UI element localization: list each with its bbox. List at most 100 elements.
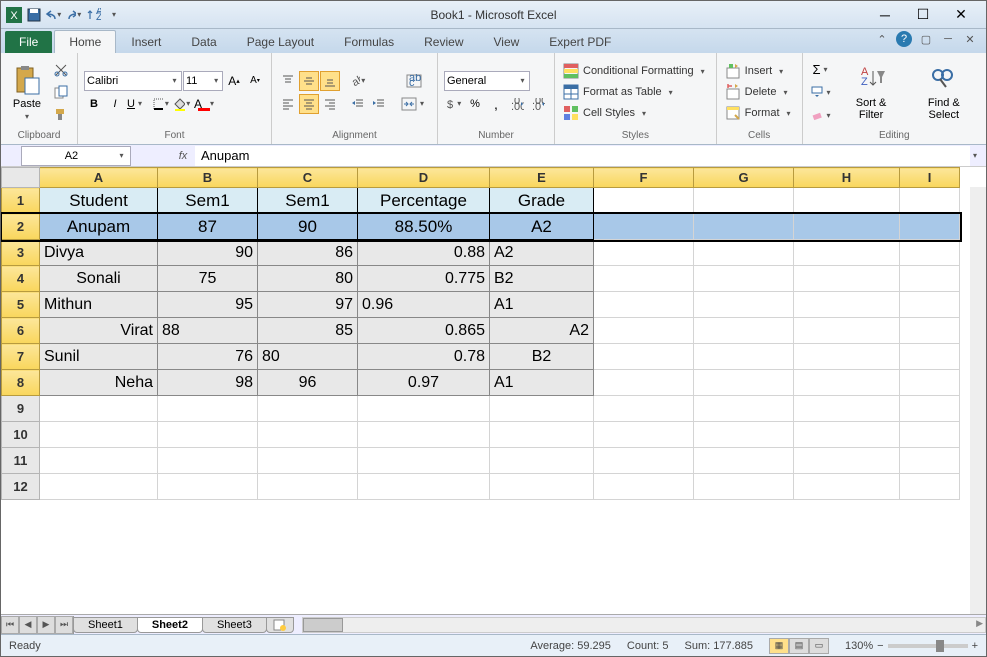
column-header[interactable]: H	[794, 168, 900, 188]
cell[interactable]	[794, 188, 900, 214]
data-cell[interactable]: A2	[490, 240, 594, 266]
cell[interactable]	[694, 370, 794, 396]
zoom-in-icon[interactable]: +	[972, 640, 978, 652]
sheet-nav-first-icon[interactable]: ⏮	[1, 616, 19, 634]
decrease-indent-icon[interactable]	[348, 94, 368, 114]
cell[interactable]	[594, 474, 694, 500]
column-header[interactable]: G	[694, 168, 794, 188]
data-cell[interactable]: 95	[158, 292, 258, 318]
align-left-icon[interactable]	[278, 94, 298, 114]
bold-button[interactable]: B	[84, 94, 104, 114]
minimize-button[interactable]: ─	[870, 5, 900, 25]
row-header[interactable]: 7	[2, 344, 40, 370]
cell[interactable]	[594, 422, 694, 448]
new-sheet-icon[interactable]	[266, 617, 294, 633]
tab-expert-pdf[interactable]: Expert PDF	[534, 30, 626, 53]
cell[interactable]	[794, 344, 900, 370]
cell[interactable]	[794, 370, 900, 396]
row-header[interactable]: 8	[2, 370, 40, 396]
cell[interactable]	[794, 240, 900, 266]
formula-expand-icon[interactable]: ▾	[970, 151, 980, 160]
row-header[interactable]: 12	[2, 474, 40, 500]
data-cell[interactable]: Sonali	[40, 266, 158, 292]
data-cell[interactable]: Virat	[40, 318, 158, 344]
cell[interactable]	[794, 266, 900, 292]
data-cell[interactable]: 96	[258, 370, 358, 396]
cell[interactable]	[158, 448, 258, 474]
cell[interactable]	[490, 474, 594, 500]
cell[interactable]	[900, 344, 960, 370]
border-button[interactable]: ▾	[152, 94, 172, 114]
font-color-button[interactable]: A▾	[194, 94, 214, 114]
sheet-nav-last-icon[interactable]: ⏭	[55, 616, 73, 634]
cell[interactable]	[694, 448, 794, 474]
cell[interactable]	[694, 422, 794, 448]
data-cell[interactable]: Neha	[40, 370, 158, 396]
table-header-cell[interactable]: Student	[40, 188, 158, 214]
cell[interactable]	[594, 448, 694, 474]
workbook-close-icon[interactable]: ✕	[962, 31, 978, 47]
data-cell[interactable]: B2	[490, 344, 594, 370]
cell[interactable]	[490, 448, 594, 474]
table-header-cell[interactable]: Sem1	[158, 188, 258, 214]
vertical-scrollbar[interactable]	[970, 187, 986, 614]
find-select-button[interactable]: Find & Select	[908, 61, 980, 123]
cell[interactable]	[358, 396, 490, 422]
increase-decimal-icon[interactable]: .0.00	[507, 94, 527, 114]
cell[interactable]	[40, 448, 158, 474]
cell[interactable]	[900, 292, 960, 318]
column-header[interactable]: F	[594, 168, 694, 188]
cell[interactable]	[594, 214, 694, 240]
increase-indent-icon[interactable]	[369, 94, 389, 114]
cell[interactable]	[258, 422, 358, 448]
cell[interactable]	[258, 448, 358, 474]
cell[interactable]	[694, 266, 794, 292]
file-tab[interactable]: File	[5, 31, 52, 53]
cell[interactable]	[358, 422, 490, 448]
cell[interactable]	[594, 240, 694, 266]
data-cell[interactable]: A1	[490, 370, 594, 396]
cell[interactable]	[594, 188, 694, 214]
maximize-button[interactable]: ☐	[908, 5, 938, 25]
data-cell[interactable]: 0.865	[358, 318, 490, 344]
data-cell[interactable]: 80	[258, 266, 358, 292]
column-header[interactable]: B	[158, 168, 258, 188]
cell[interactable]	[158, 474, 258, 500]
data-cell[interactable]: 75	[158, 266, 258, 292]
selected-cell[interactable]: 90	[258, 214, 358, 240]
tab-home[interactable]: Home	[54, 30, 116, 53]
selected-cell[interactable]: A2	[490, 214, 594, 240]
align-bottom-icon[interactable]	[320, 71, 340, 91]
sheet-tab-sheet2[interactable]: Sheet2	[137, 617, 203, 633]
cell[interactable]	[900, 318, 960, 344]
data-cell[interactable]: 76	[158, 344, 258, 370]
cell[interactable]	[794, 448, 900, 474]
tab-insert[interactable]: Insert	[116, 30, 176, 53]
sheet-tab-sheet1[interactable]: Sheet1	[73, 617, 138, 633]
sheet-tab-sheet3[interactable]: Sheet3	[202, 617, 267, 633]
cell[interactable]	[794, 422, 900, 448]
cell[interactable]	[40, 474, 158, 500]
fx-icon[interactable]: fx	[171, 150, 195, 162]
row-header[interactable]: 4	[2, 266, 40, 292]
tab-formulas[interactable]: Formulas	[329, 30, 409, 53]
sort-asc-icon[interactable]: AZ	[85, 6, 103, 24]
format-cells-button[interactable]: Format▾	[723, 104, 796, 122]
selected-cell[interactable]: 88.50%	[358, 214, 490, 240]
increase-font-icon[interactable]: A▴	[224, 71, 244, 91]
cell[interactable]	[358, 448, 490, 474]
column-header[interactable]: D	[358, 168, 490, 188]
cell[interactable]	[900, 422, 960, 448]
cell[interactable]	[694, 344, 794, 370]
cell[interactable]	[490, 396, 594, 422]
align-middle-icon[interactable]	[299, 71, 319, 91]
data-cell[interactable]: 0.97	[358, 370, 490, 396]
cell[interactable]	[694, 396, 794, 422]
data-cell[interactable]: 97	[258, 292, 358, 318]
formula-input[interactable]	[195, 146, 970, 166]
sort-filter-button[interactable]: AZ Sort & Filter	[839, 61, 904, 123]
conditional-formatting-button[interactable]: Conditional Formatting▾	[561, 62, 710, 80]
name-box[interactable]: ▾	[21, 146, 131, 166]
data-cell[interactable]: 0.88	[358, 240, 490, 266]
cell[interactable]	[694, 474, 794, 500]
